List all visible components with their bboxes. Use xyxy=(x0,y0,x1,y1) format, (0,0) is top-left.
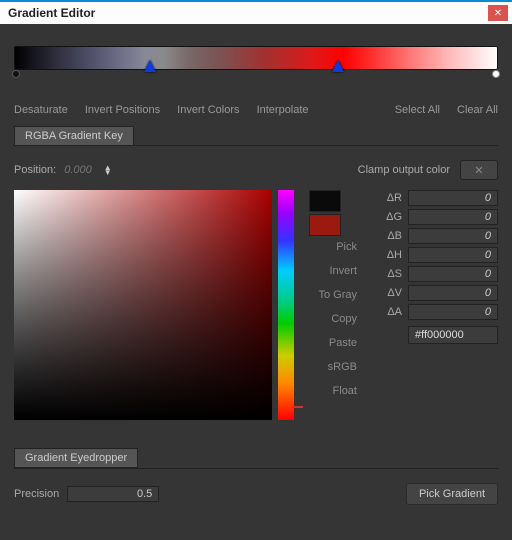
invert-positions-action[interactable]: Invert Positions xyxy=(85,104,160,116)
gradient-toolbar: Desaturate Invert Positions Invert Color… xyxy=(14,104,498,116)
delta-s-label: ΔS xyxy=(382,268,402,280)
hue-slider[interactable] xyxy=(278,190,294,420)
delta-b-input[interactable] xyxy=(408,228,498,244)
clamp-button[interactable]: ✕ xyxy=(460,160,498,180)
position-label: Position: xyxy=(14,164,56,176)
delta-a-label: ΔA xyxy=(382,306,402,318)
gradient-handle-2[interactable] xyxy=(332,60,344,72)
position-value[interactable]: 0.000 xyxy=(64,164,92,176)
position-control: Position: 0.000 ▲ ▼ xyxy=(14,164,112,176)
clamp-label: Clamp output color xyxy=(358,164,450,176)
titlebar: Gradient Editor ✕ xyxy=(0,0,512,24)
select-all-action[interactable]: Select All xyxy=(395,104,440,116)
gradient-handle-1[interactable] xyxy=(144,60,156,72)
swatch-alt[interactable] xyxy=(309,214,341,236)
clear-all-action[interactable]: Clear All xyxy=(457,104,498,116)
tab-gradient-eyedropper[interactable]: Gradient Eyedropper xyxy=(14,448,138,468)
window-title: Gradient Editor xyxy=(8,6,95,20)
gradient-stop-start[interactable] xyxy=(12,70,20,78)
delta-v-label: ΔV xyxy=(382,287,402,299)
delta-r-label: ΔR xyxy=(382,192,402,204)
clamp-x-icon: ✕ xyxy=(474,164,483,177)
precision-label: Precision xyxy=(14,488,59,500)
hue-indicator xyxy=(293,406,303,408)
delta-h-label: ΔH xyxy=(382,249,402,261)
delta-b-label: ΔB xyxy=(382,230,402,242)
delta-h-input[interactable] xyxy=(408,247,498,263)
desaturate-action[interactable]: Desaturate xyxy=(14,104,68,116)
delta-r-input[interactable] xyxy=(408,190,498,206)
gradient-preview xyxy=(14,46,498,70)
precision-input[interactable] xyxy=(67,486,159,502)
tab-rgba-gradient-key[interactable]: RGBA Gradient Key xyxy=(14,126,134,146)
position-stepper[interactable]: ▲ ▼ xyxy=(104,165,112,175)
srgb-action[interactable]: sRGB xyxy=(313,358,357,376)
paste-action[interactable]: Paste xyxy=(313,334,357,352)
gradient-stop-end[interactable] xyxy=(492,70,500,78)
pick-gradient-button[interactable]: Pick Gradient xyxy=(406,483,498,505)
color-sv-picker[interactable] xyxy=(14,190,272,420)
gradient-strip[interactable] xyxy=(14,46,498,86)
stepper-down-icon[interactable]: ▼ xyxy=(104,170,112,175)
close-icon: ✕ xyxy=(494,8,502,19)
delta-v-input[interactable] xyxy=(408,285,498,301)
togray-action[interactable]: To Gray xyxy=(313,286,357,304)
close-button[interactable]: ✕ xyxy=(488,5,508,21)
delta-g-input[interactable] xyxy=(408,209,498,225)
delta-s-input[interactable] xyxy=(408,266,498,282)
interpolate-action[interactable]: Interpolate xyxy=(257,104,309,116)
delta-a-input[interactable] xyxy=(408,304,498,320)
pick-action[interactable]: Pick xyxy=(313,238,357,256)
copy-action[interactable]: Copy xyxy=(313,310,357,328)
invert-colors-action[interactable]: Invert Colors xyxy=(177,104,239,116)
hex-input[interactable] xyxy=(408,326,498,344)
delta-g-label: ΔG xyxy=(382,211,402,223)
swatch-current[interactable] xyxy=(309,190,341,212)
float-action[interactable]: Float xyxy=(313,382,357,400)
invert-action[interactable]: Invert xyxy=(313,262,357,280)
eyedropper-divider xyxy=(14,468,498,469)
